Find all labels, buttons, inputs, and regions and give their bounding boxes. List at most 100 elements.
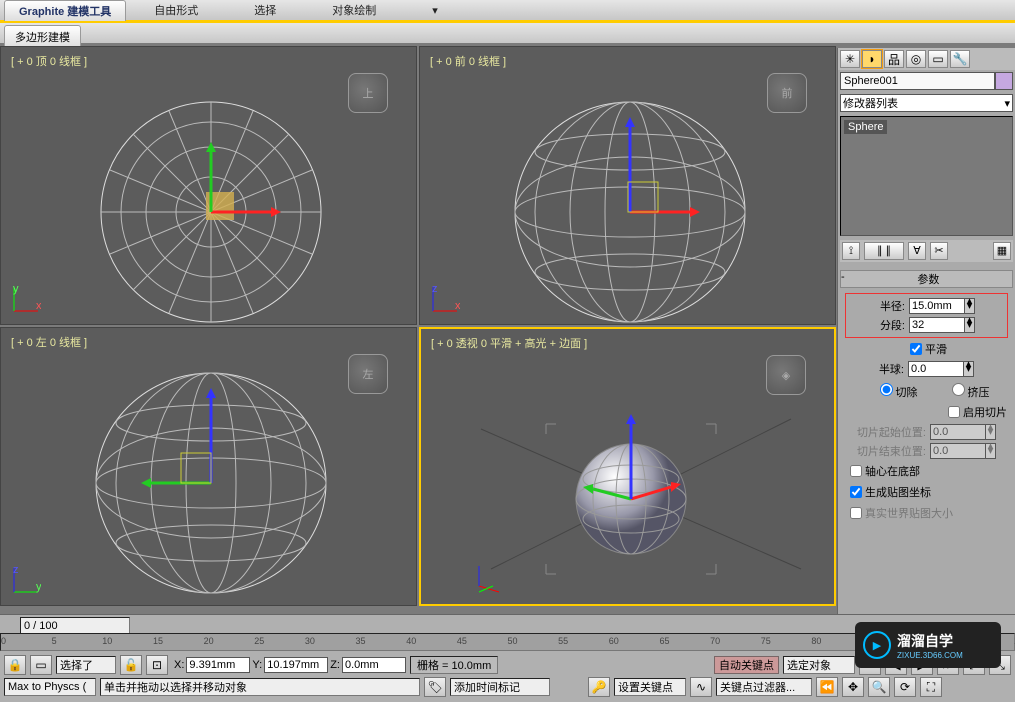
base-pivot-checkbox[interactable]: [850, 465, 862, 477]
modifier-list-combo[interactable]: 修改器列表 ▾: [840, 94, 1013, 112]
menu-free-form[interactable]: 自由形式: [126, 2, 226, 18]
smooth-checkbox[interactable]: [910, 343, 922, 355]
command-panel: ✳ ◗ 品 ◎ ▭ 🔧 修改器列表 ▾ Sphere ⟟ ∥ ∥ ∀ ✂ ▦ -参…: [837, 48, 1015, 614]
selection-set-icon[interactable]: ▭: [30, 655, 52, 675]
chop-radio[interactable]: [880, 383, 893, 396]
create-tab-icon[interactable]: ✳: [840, 50, 860, 68]
modifier-list-label: 修改器列表: [843, 95, 898, 111]
viewport-left-label: [ + 0 左 0 线框 ]: [11, 334, 87, 350]
nav-max-icon[interactable]: ⛶: [920, 677, 942, 697]
selection-lock-icon[interactable]: 🔒: [4, 655, 26, 675]
timeline-tick: 65: [659, 636, 669, 646]
viewcube-persp[interactable]: ◈: [766, 355, 806, 395]
real-world-checkbox[interactable]: [850, 507, 862, 519]
watermark-brand: ▶ 溜溜自学 ZIXUE.3D66.COM: [855, 622, 1001, 668]
key-filter-icon[interactable]: ∿: [690, 677, 712, 697]
slice-to-spinner: ▴▾: [986, 443, 996, 459]
hemisphere-input[interactable]: [908, 361, 964, 377]
timeline-tick: 80: [811, 636, 821, 646]
object-color-swatch[interactable]: [995, 72, 1013, 90]
segments-input[interactable]: [909, 317, 965, 333]
squash-radio[interactable]: [952, 383, 965, 396]
time-tag-field[interactable]: 添加时间标记: [450, 678, 550, 696]
hierarchy-tab-icon[interactable]: 品: [884, 50, 904, 68]
utilities-tab-icon[interactable]: 🔧: [950, 50, 970, 68]
script-listener[interactable]: Max to Physcs (: [4, 678, 96, 696]
slice-on-checkbox[interactable]: [948, 406, 960, 418]
lock-transform-icon[interactable]: 🔓: [120, 655, 142, 675]
viewport-front-label: [ + 0 前 0 线框 ]: [430, 53, 506, 69]
timeline-tick: 60: [609, 636, 619, 646]
nav-zoom-icon[interactable]: 🔍: [868, 677, 890, 697]
timeline-tick: 10: [102, 636, 112, 646]
key-mode-icon[interactable]: 🔑: [588, 677, 610, 697]
viewcube-left[interactable]: 左: [348, 354, 388, 394]
remove-modifier-icon[interactable]: ✂: [930, 242, 948, 260]
prompt-line: 单击并拖动以选择并移动对象: [100, 678, 420, 696]
timeline-tick: 0: [1, 636, 6, 646]
viewport-front[interactable]: [ + 0 前 0 线框 ] 前 xz: [419, 46, 836, 325]
auto-key-button[interactable]: 自动关键点: [714, 656, 779, 674]
modifier-item-sphere[interactable]: Sphere: [844, 120, 887, 134]
viewport-top-label: [ + 0 顶 0 线框 ]: [11, 53, 87, 69]
y-input[interactable]: [264, 657, 328, 673]
brand-text-en: ZIXUE.3D66.COM: [897, 651, 963, 660]
viewport-top[interactable]: [ + 0 顶 0 线框 ] 上 xy: [0, 46, 417, 325]
selected-count: 选择了: [56, 656, 116, 674]
key-filter-button[interactable]: 关键点过滤器...: [716, 678, 812, 696]
make-unique-icon[interactable]: ∀: [908, 242, 926, 260]
key-target-combo[interactable]: 选定对象: [783, 656, 855, 674]
z-input[interactable]: [342, 657, 406, 673]
dropdown-icon: ▾: [1004, 97, 1010, 110]
timeline-tick: 25: [254, 636, 264, 646]
configure-sets-icon[interactable]: ▦: [993, 242, 1011, 260]
radius-input[interactable]: [909, 298, 965, 314]
modify-tab-icon[interactable]: ◗: [862, 50, 882, 68]
svg-text:x: x: [36, 300, 41, 312]
display-tab-icon[interactable]: ▭: [928, 50, 948, 68]
command-panel-tabs: ✳ ◗ 品 ◎ ▭ 🔧: [838, 48, 1015, 70]
x-label: X:: [172, 659, 186, 671]
show-end-result-icon[interactable]: ∥ ∥: [864, 242, 904, 260]
menu-select[interactable]: 选择: [226, 2, 304, 18]
radius-spinner[interactable]: ▴▾: [965, 298, 975, 314]
viewport-grid: [ + 0 顶 0 线框 ] 上 xy [ + 0 前 0 线框: [0, 46, 836, 606]
menu-dropdown-icon[interactable]: ▾: [404, 4, 466, 17]
params-rollout-title[interactable]: -参数: [840, 270, 1013, 288]
segments-spinner[interactable]: ▴▾: [965, 317, 975, 333]
viewport-left[interactable]: [ + 0 左 0 线框 ] 左 yz: [0, 327, 417, 606]
motion-tab-icon[interactable]: ◎: [906, 50, 926, 68]
pin-stack-icon[interactable]: ⟟: [842, 242, 860, 260]
menu-object-paint[interactable]: 对象绘制: [304, 2, 404, 18]
goto-start-icon[interactable]: ⏪: [816, 677, 838, 697]
timeline-tick: 75: [761, 636, 771, 646]
base-pivot-label: 轴心在底部: [865, 463, 920, 479]
gen-uv-checkbox[interactable]: [850, 486, 862, 498]
ribbon-subbar: 多边形建模: [0, 23, 1015, 43]
timeline-tick: 30: [305, 636, 315, 646]
time-tag-icon[interactable]: 🏷: [424, 677, 446, 697]
timeline-tick: 20: [204, 636, 214, 646]
top-menu: Graphite 建模工具 自由形式 选择 对象绘制 ▾: [0, 0, 1015, 20]
graphite-tab[interactable]: Graphite 建模工具: [4, 0, 126, 21]
svg-text:z: z: [432, 284, 438, 295]
radius-label: 半径:: [847, 298, 905, 314]
grid-size-readout: 栅格 = 10.0mm: [410, 656, 498, 674]
nav-pan-icon[interactable]: ✥: [842, 677, 864, 697]
viewcube-front[interactable]: 前: [767, 73, 807, 113]
timeline-tick: 35: [356, 636, 366, 646]
set-key-button[interactable]: 设置关键点: [614, 678, 686, 696]
real-world-label: 真实世界贴图大小: [865, 505, 953, 521]
viewcube-top[interactable]: 上: [348, 73, 388, 113]
absolute-transform-icon[interactable]: ⊡: [146, 655, 168, 675]
timeline-tick: 55: [558, 636, 568, 646]
slice-from-input: [930, 424, 986, 440]
x-input[interactable]: [186, 657, 250, 673]
slice-to-input: [930, 443, 986, 459]
modifier-stack[interactable]: Sphere: [840, 116, 1013, 236]
nav-orbit-icon[interactable]: ⟳: [894, 677, 916, 697]
svg-text:y: y: [36, 581, 41, 593]
viewport-perspective[interactable]: [ + 0 透视 0 平滑 + 高光 + 边面 ] ◈: [419, 327, 836, 606]
hemisphere-spinner[interactable]: ▴▾: [964, 361, 974, 377]
object-name-input[interactable]: [840, 72, 995, 90]
